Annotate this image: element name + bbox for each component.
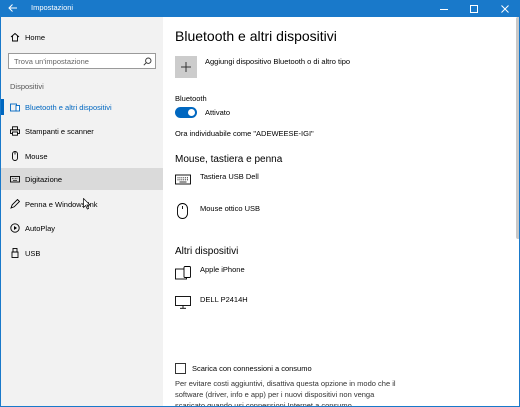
search-input[interactable]: [9, 54, 137, 68]
keyboard-icon: [10, 174, 20, 184]
back-arrow-icon[interactable]: [7, 2, 19, 14]
sidebar-item-label: AutoPlay: [25, 223, 56, 233]
plus-icon: [175, 56, 197, 78]
sidebar-item-label: Mouse: [25, 151, 48, 161]
sidebar-item-label: Digitazione: [25, 174, 63, 184]
sidebar-section-label: Dispositivi: [10, 82, 44, 91]
scrollbar[interactable]: [516, 17, 519, 239]
autoplay-icon: [10, 223, 20, 233]
sidebar-item-typing[interactable]: Digitazione: [1, 168, 163, 190]
metered-download-label[interactable]: Scarica con connessioni a consumo: [192, 364, 312, 373]
printer-icon: [10, 126, 20, 136]
sidebar-home[interactable]: Home: [1, 29, 163, 45]
device-name[interactable]: Mouse ottico USB: [200, 204, 260, 213]
bluetooth-toggle[interactable]: [175, 107, 197, 118]
maximize-button[interactable]: [459, 0, 489, 17]
sidebar-item-printers[interactable]: Stampanti e scanner: [1, 120, 163, 142]
sidebar-item-mouse[interactable]: Mouse: [1, 145, 163, 167]
other-devices-heading: Altri dispositivi: [175, 246, 239, 257]
main-content: Bluetooth e altri dispositivi Aggiungi d…: [163, 17, 519, 407]
sidebar: Home Dispositivi Bluetooth e altri dispo…: [1, 17, 163, 406]
page-title: Bluetooth e altri dispositivi: [175, 28, 337, 44]
add-device-button[interactable]: [175, 56, 197, 78]
input-devices-heading: Mouse, tastiera e penna: [175, 154, 283, 165]
minimize-button[interactable]: [429, 0, 459, 17]
discoverable-text: Ora individuabile come "ADEWEESE-IGI": [175, 129, 314, 138]
keyboard-icon: [175, 174, 191, 187]
mouse-icon: [10, 151, 20, 161]
sidebar-item-autoplay[interactable]: AutoPlay: [1, 217, 163, 239]
home-icon: [10, 32, 20, 42]
close-button[interactable]: [490, 0, 519, 17]
bluetooth-devices-icon: [10, 102, 20, 112]
sidebar-item-usb[interactable]: USB: [1, 242, 163, 264]
device-name[interactable]: Apple iPhone: [200, 265, 245, 274]
sidebar-item-label: Bluetooth e altri dispositivi: [25, 102, 112, 112]
metered-description: Per evitare costi aggiuntivi, disattiva …: [175, 379, 396, 407]
bluetooth-label: Bluetooth: [175, 94, 207, 103]
monitor-icon: [175, 296, 191, 311]
toggle-knob: [188, 109, 195, 116]
sidebar-home-label: Home: [25, 32, 46, 42]
sidebar-item-label: Stampanti e scanner: [25, 126, 94, 136]
sidebar-item-bluetooth[interactable]: Bluetooth e altri dispositivi: [1, 96, 163, 118]
window-title: Impostazioni: [31, 3, 74, 12]
search-box: [8, 53, 156, 69]
usb-icon: [10, 248, 20, 258]
sidebar-item-pen[interactable]: Penna e Windows Ink: [1, 193, 163, 215]
sidebar-item-label: USB: [25, 248, 41, 258]
device-name[interactable]: DELL P2414H: [200, 295, 248, 304]
pen-icon: [10, 198, 21, 209]
add-device-label[interactable]: Aggiungi dispositivo Bluetooth o di altr…: [205, 57, 350, 66]
bluetooth-state-label: Attivato: [205, 108, 231, 117]
mouse-pointer-icon: [83, 197, 91, 210]
phone-icon: [175, 266, 191, 282]
search-icon[interactable]: [143, 57, 152, 66]
title-bar: Impostazioni: [1, 0, 519, 17]
mouse-icon: [177, 203, 188, 221]
settings-window: Impostazioni Home Dispositivi: [0, 0, 520, 407]
device-name[interactable]: Tastiera USB Dell: [200, 172, 259, 181]
metered-download-checkbox[interactable]: [175, 363, 186, 374]
